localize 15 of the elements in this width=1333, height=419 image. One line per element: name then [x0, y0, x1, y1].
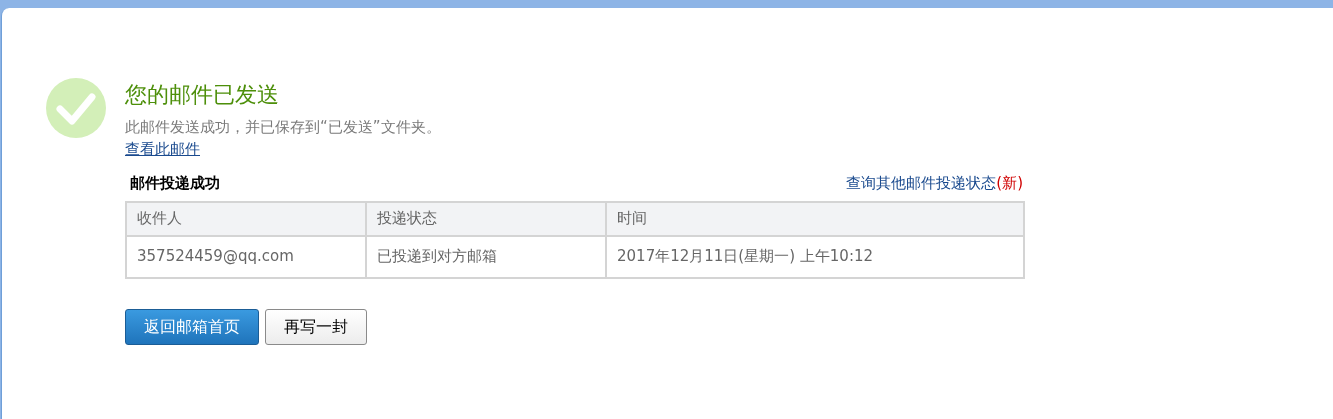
view-mail-link[interactable]: 查看此邮件 [125, 138, 200, 160]
column-header: 投递状态 [366, 201, 606, 236]
column-header: 时间 [606, 201, 1024, 236]
result-title: 您的邮件已发送 [125, 81, 280, 109]
table-cell: 357524459@qq.com [126, 235, 366, 278]
back-to-inbox-button[interactable]: 返回邮箱首页 [125, 308, 259, 345]
table-cell: 已投递到对方邮箱 [366, 235, 606, 278]
delivery-status-link[interactable]: 查询其他邮件投递状态 [846, 172, 997, 195]
delivery-title: 邮件投递成功 [130, 173, 220, 194]
table-cell: 2017年12月11日(星期一) 上午10:12 [606, 235, 1024, 278]
new-label: (新) [996, 173, 1023, 194]
check-icon [46, 78, 106, 138]
compose-again-button[interactable]: 再写一封 [265, 308, 367, 345]
column-header: 收件人 [126, 201, 366, 236]
result-message: 此邮件发送成功，并已保存到“已发送”文件夹。 [125, 117, 442, 138]
